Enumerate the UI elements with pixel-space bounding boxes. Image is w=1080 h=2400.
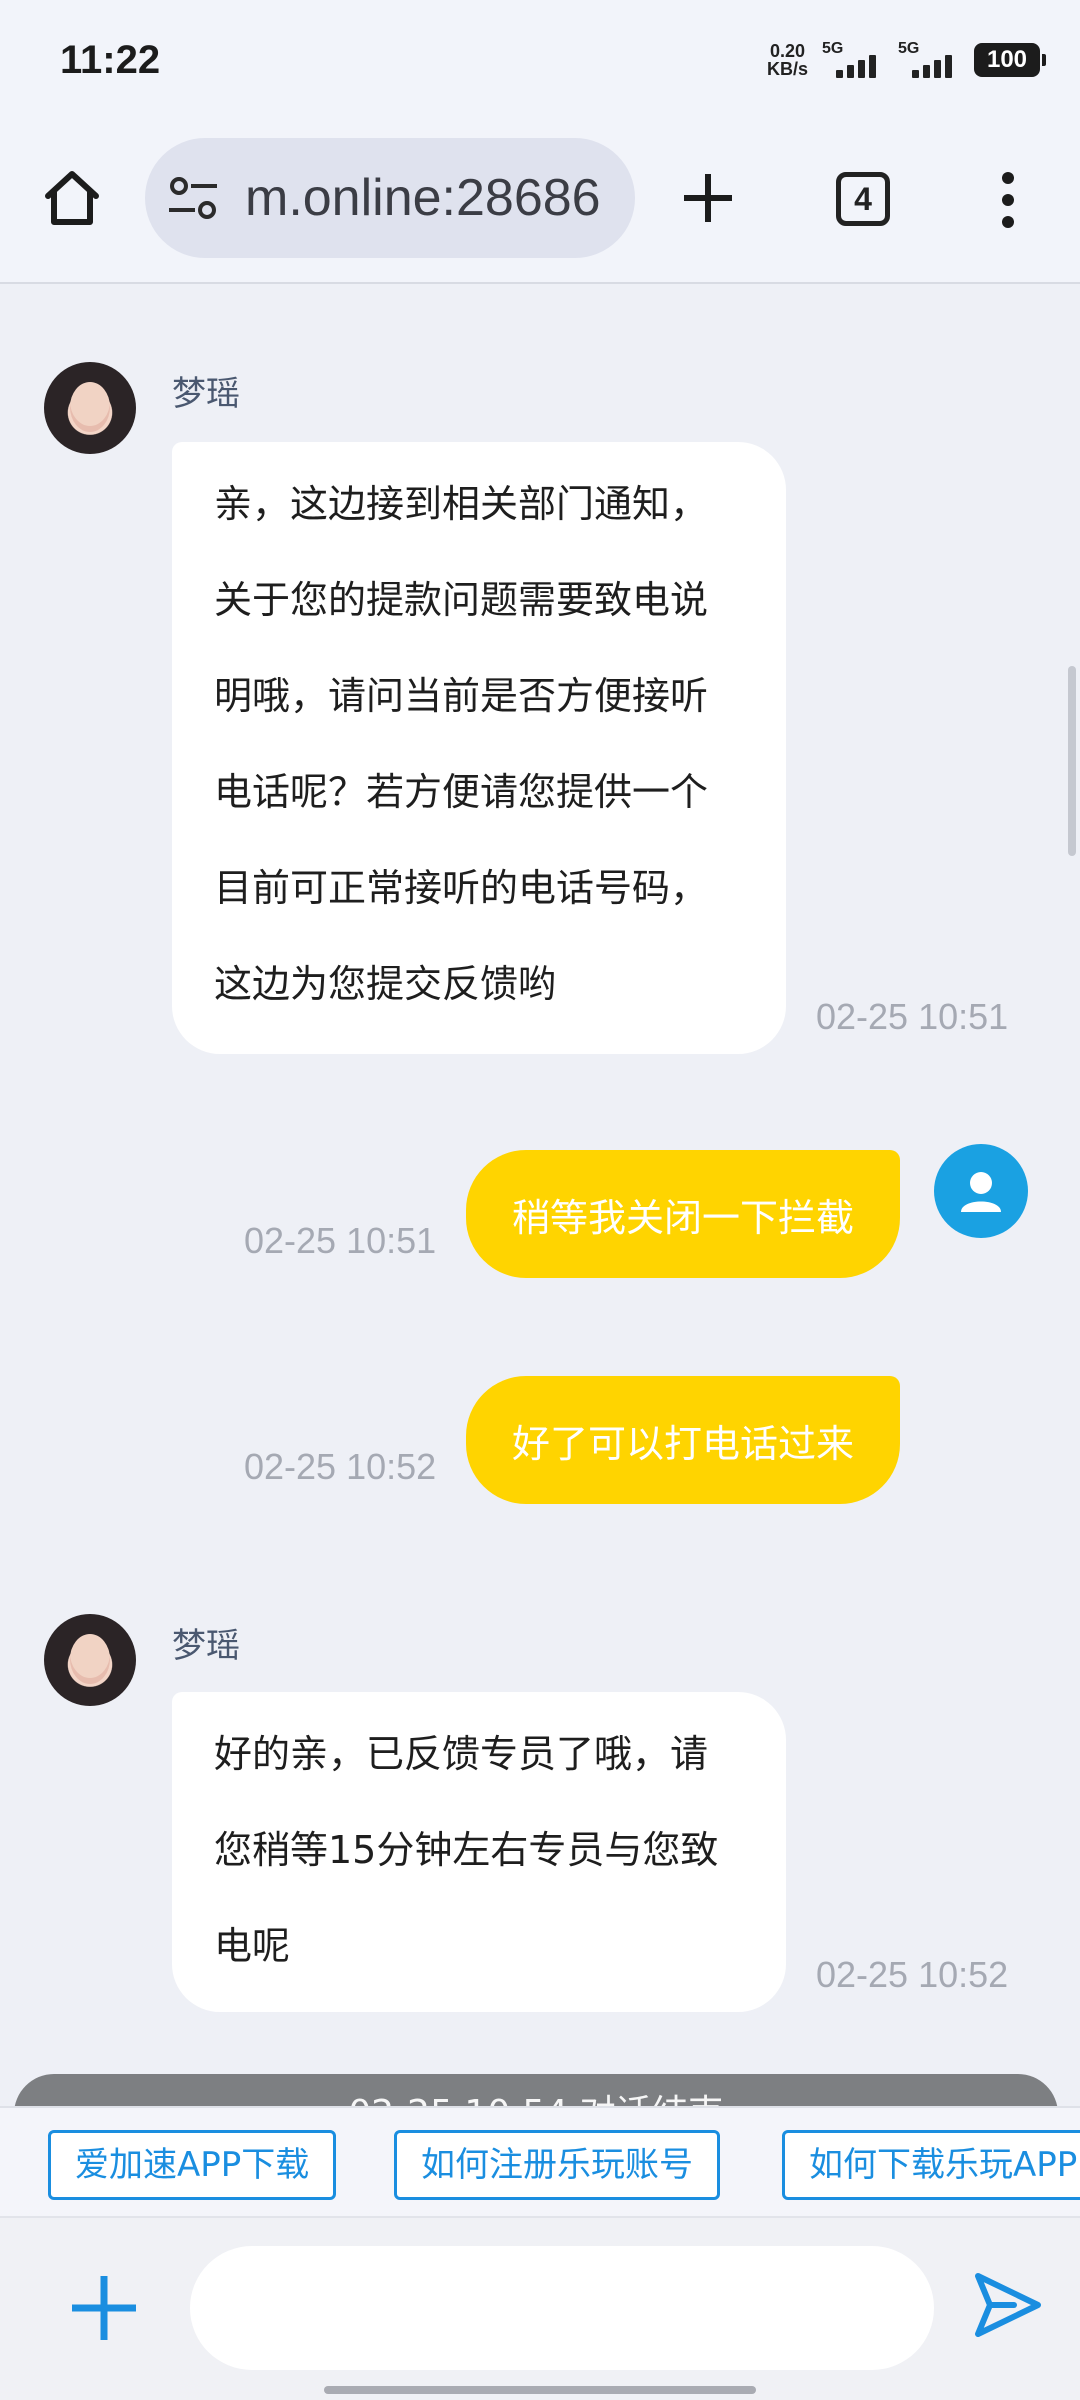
signal-icon: 5G — [822, 40, 884, 80]
status-time: 11:22 — [60, 38, 161, 82]
quick-link-register[interactable]: 如何注册乐玩账号 — [394, 2130, 720, 2200]
message-timestamp: 02-25 10:51 — [244, 1220, 437, 1261]
sender-name: 梦瑶 — [172, 1626, 240, 1666]
message-bubble-incoming[interactable]: 亲，这边接到相关部门通知， 关于您的提款问题需要致电说 明哦，请问当前是否方便接… — [172, 442, 786, 1054]
message-timestamp: 02-25 10:52 — [244, 1446, 437, 1487]
agent-avatar[interactable] — [44, 1614, 136, 1706]
url-text: m.online:28686 — [245, 169, 601, 227]
message-input[interactable] — [190, 2246, 934, 2370]
chat-area[interactable]: 梦瑶 亲，这边接到相关部门通知， 关于您的提款问题需要致电说 明哦，请问当前是否… — [0, 286, 1080, 2106]
quick-link-app-download[interactable]: 爱加速APP下载 — [48, 2130, 337, 2200]
scrollbar[interactable] — [1068, 666, 1076, 856]
person-icon — [961, 1172, 1001, 1212]
message-timestamp: 02-25 10:52 — [816, 1954, 1009, 1995]
message-bubble-incoming[interactable]: 好的亲，已反馈专员了哦，请 您稍等15分钟左右专员与您致 电呢 — [172, 1692, 786, 2012]
browser-toolbar: m.online:28686 4 — [0, 130, 1080, 284]
new-tab-icon[interactable] — [680, 170, 736, 226]
home-icon[interactable] — [40, 166, 104, 230]
quick-link-download-app[interactable]: 如何下载乐玩APP — [782, 2130, 1080, 2200]
signal-icon-2: 5G — [898, 40, 960, 80]
conversation-ended-notice: 02-25 10:54 对话结束 — [14, 2074, 1058, 2106]
site-settings-icon[interactable] — [167, 176, 219, 220]
status-indicators: 0.20 KB/s 5G 5G 100 — [766, 40, 1046, 80]
user-avatar[interactable] — [934, 1144, 1028, 1238]
quick-links-bar[interactable]: 爱加速APP下载 如何注册乐玩账号 如何下载乐玩APP — [0, 2106, 1080, 2216]
add-attachment-icon[interactable] — [68, 2272, 140, 2344]
sender-name: 梦瑶 — [172, 374, 240, 414]
status-bar: 11:22 0.20 KB/s 5G 5G 100 — [0, 0, 1080, 130]
message-input-bar — [0, 2216, 1080, 2400]
message-timestamp: 02-25 10:51 — [816, 996, 1009, 1037]
agent-avatar[interactable] — [44, 362, 136, 454]
message-bubble-outgoing[interactable]: 好了可以打电话过来 — [466, 1376, 900, 1504]
tab-switcher-button[interactable]: 4 — [836, 172, 890, 226]
network-speed: 0.20 KB/s — [766, 41, 808, 79]
send-icon[interactable] — [970, 2268, 1044, 2342]
home-indicator[interactable] — [324, 2386, 756, 2394]
more-options-icon[interactable] — [996, 170, 1020, 230]
address-bar[interactable]: m.online:28686 — [145, 138, 635, 258]
battery-icon: 100 — [974, 43, 1046, 77]
message-bubble-outgoing[interactable]: 稍等我关闭一下拦截 — [466, 1150, 900, 1278]
